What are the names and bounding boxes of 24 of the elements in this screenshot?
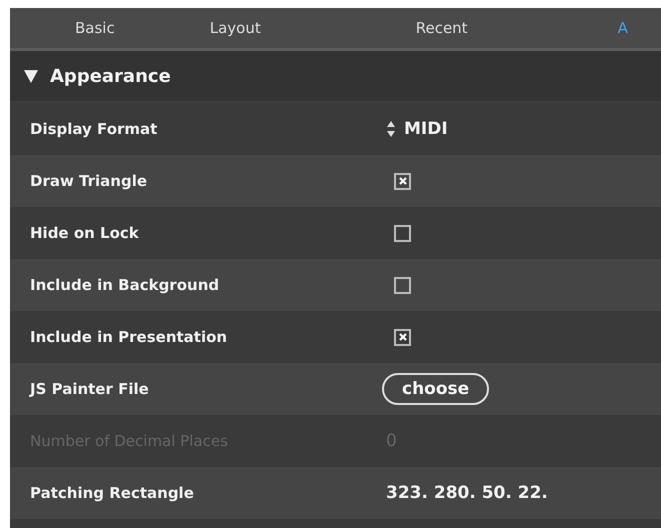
property-label: Include in Presentation: [29, 328, 228, 346]
enum-value[interactable]: MIDI: [404, 119, 448, 139]
tab[interactable]: A: [618, 19, 628, 37]
section-header[interactable]: Appearance: [10, 51, 661, 103]
property-label: Include in Background: [29, 276, 220, 294]
stepper-icon[interactable]: [386, 120, 396, 138]
property-label: JS Painter File: [28, 380, 150, 398]
property-value: 323. 280. 50. 22.: [386, 483, 548, 503]
checkbox[interactable]: [394, 328, 411, 346]
choose-button[interactable]: choose: [382, 373, 490, 405]
tab[interactable]: Layout: [210, 19, 261, 37]
cross-mark-icon: [398, 332, 408, 342]
section-title: Appearance: [50, 66, 171, 86]
property-label: Draw Triangle: [29, 172, 148, 190]
property-label: Hide on Lock: [29, 224, 140, 242]
tab[interactable]: Recent: [416, 19, 468, 37]
cross-mark-icon: [398, 176, 408, 186]
checkbox[interactable]: [394, 172, 411, 190]
checkbox[interactable]: [394, 224, 411, 242]
tab[interactable]: Basic: [75, 19, 115, 37]
property-label: Display Format: [29, 120, 158, 138]
disclosure-triangle-icon[interactable]: [24, 69, 38, 83]
checkbox[interactable]: [394, 276, 411, 294]
property-label: Patching Rectangle: [29, 484, 195, 502]
